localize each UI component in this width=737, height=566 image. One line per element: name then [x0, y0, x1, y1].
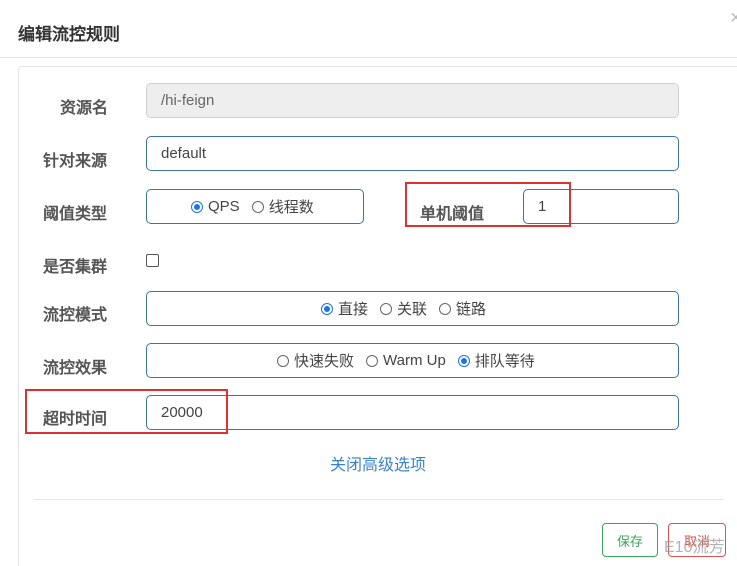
- control-behavior-label: 流控效果: [43, 360, 108, 377]
- grade-options: QPS 线程数: [191, 190, 314, 223]
- control-behavior-option-label: Warm Up: [383, 352, 446, 369]
- strategy-radio-group: 直接 关联 链路: [146, 291, 679, 326]
- dialog-header: 编辑流控规则 ×: [0, 0, 737, 58]
- strategy-option-label: 链路: [456, 301, 487, 318]
- limit-app-value: default: [161, 145, 207, 162]
- control-behavior-option-label: 快速失败: [294, 353, 355, 370]
- grade-option-label: QPS: [208, 198, 240, 215]
- strategy-option-direct[interactable]: 直接: [321, 298, 368, 319]
- grade-option-label: 线程数: [268, 199, 314, 216]
- cluster-checkbox[interactable]: [146, 254, 159, 267]
- strategy-option-label: 直接: [338, 301, 369, 318]
- save-button[interactable]: 保存: [602, 523, 658, 557]
- radio-checked-icon[interactable]: [191, 200, 203, 213]
- strategy-options: 直接 关联 链路: [321, 292, 486, 325]
- radio-unchecked-icon[interactable]: [366, 354, 379, 367]
- strategy-option-relate[interactable]: 关联: [380, 298, 427, 319]
- footer-divider: [34, 499, 724, 500]
- radio-unchecked-icon[interactable]: [380, 302, 393, 315]
- radio-unchecked-icon[interactable]: [277, 354, 289, 367]
- grade-option-thread[interactable]: 线程数: [251, 196, 314, 217]
- dialog-title: 编辑流控规则: [18, 25, 120, 44]
- resource-label: 资源名: [60, 100, 109, 117]
- radio-checked-icon[interactable]: [457, 354, 470, 367]
- grade-radio-group: QPS 线程数: [146, 189, 364, 224]
- control-behavior-option-warmup[interactable]: Warm Up: [366, 352, 446, 369]
- close-icon[interactable]: ×: [730, 8, 737, 28]
- strategy-option-label: 关联: [397, 301, 428, 318]
- radio-checked-icon[interactable]: [321, 302, 333, 315]
- watermark-text: E10流芳: [664, 539, 725, 556]
- strategy-option-chain[interactable]: 链路: [439, 298, 486, 319]
- timeout-highlight-box: [25, 389, 228, 434]
- radio-unchecked-icon[interactable]: [439, 302, 452, 315]
- resource-value: /hi-feign: [161, 92, 215, 109]
- strategy-label: 流控模式: [43, 307, 108, 324]
- control-behavior-radio-group: 快速失败 Warm Up 排队等待: [146, 343, 679, 378]
- grade-label: 阈值类型: [43, 206, 108, 223]
- resource-input[interactable]: /hi-feign: [146, 83, 679, 118]
- limit-app-label: 针对来源: [43, 153, 108, 170]
- control-behavior-options: 快速失败 Warm Up 排队等待: [277, 344, 535, 377]
- limit-app-input[interactable]: default: [146, 136, 679, 171]
- control-behavior-option-queue[interactable]: 排队等待: [457, 350, 535, 371]
- grade-option-qps[interactable]: QPS: [191, 198, 240, 215]
- cluster-label: 是否集群: [43, 259, 108, 276]
- count-highlight-box: [405, 182, 571, 227]
- control-behavior-option-fail[interactable]: 快速失败: [277, 350, 354, 371]
- control-behavior-option-label: 排队等待: [474, 353, 535, 370]
- radio-unchecked-icon[interactable]: [251, 200, 264, 213]
- close-advanced-link[interactable]: 关闭高级选项: [330, 451, 426, 475]
